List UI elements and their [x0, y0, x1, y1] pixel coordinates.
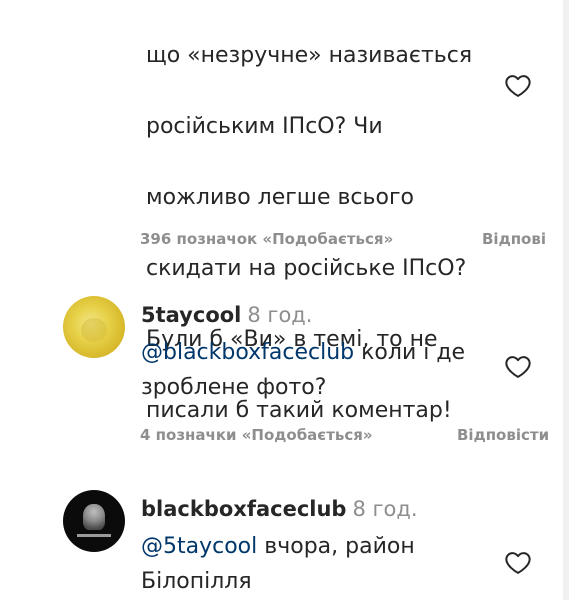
avatar[interactable] [63, 490, 125, 552]
reply-button[interactable]: Відпові [482, 230, 546, 248]
avatar-figure [83, 504, 105, 530]
reply-button[interactable]: Відповісти [457, 426, 549, 444]
comment-meta: 4 позначки «Подобається» Відповісти [140, 426, 549, 444]
heart-outline-icon[interactable] [503, 353, 533, 381]
comment-time[interactable]: 8 год. [352, 497, 417, 521]
username-link[interactable]: blackboxfaceclub [141, 497, 346, 521]
comment-text: @5taycool вчора, район Білопілля [141, 529, 481, 599]
comment-text-line: що «незручне» називається [146, 42, 473, 68]
comment-text: @blackboxfaceclub коли і де зроблене фот… [141, 335, 481, 405]
comment-header: blackboxfaceclub 8 год. [141, 497, 418, 521]
scrollbar-track[interactable] [563, 0, 569, 600]
avatar-logo-text [77, 534, 111, 537]
comment-meta: 396 позначок «Подобається» Відпові [140, 230, 546, 248]
comment-text-line: скидати на російське ІПсО? [146, 255, 467, 281]
comment-header: 5taycool 8 год. [141, 303, 313, 327]
likes-count[interactable]: 4 позначки «Подобається» [140, 426, 373, 444]
comment-text-line: можливо легше всього [146, 184, 414, 210]
mention-link[interactable]: @blackboxfaceclub [141, 340, 354, 365]
heart-outline-icon[interactable] [503, 72, 533, 100]
heart-outline-icon[interactable] [503, 549, 533, 577]
mention-link[interactable]: @5taycool [141, 534, 257, 559]
username-link[interactable]: 5taycool [141, 303, 241, 327]
comment-text-line: російським ІПсО? Чи [146, 113, 383, 139]
likes-count[interactable]: 396 позначок «Подобається» [140, 230, 393, 248]
avatar[interactable] [63, 296, 125, 358]
comment-time[interactable]: 8 год. [247, 303, 312, 327]
